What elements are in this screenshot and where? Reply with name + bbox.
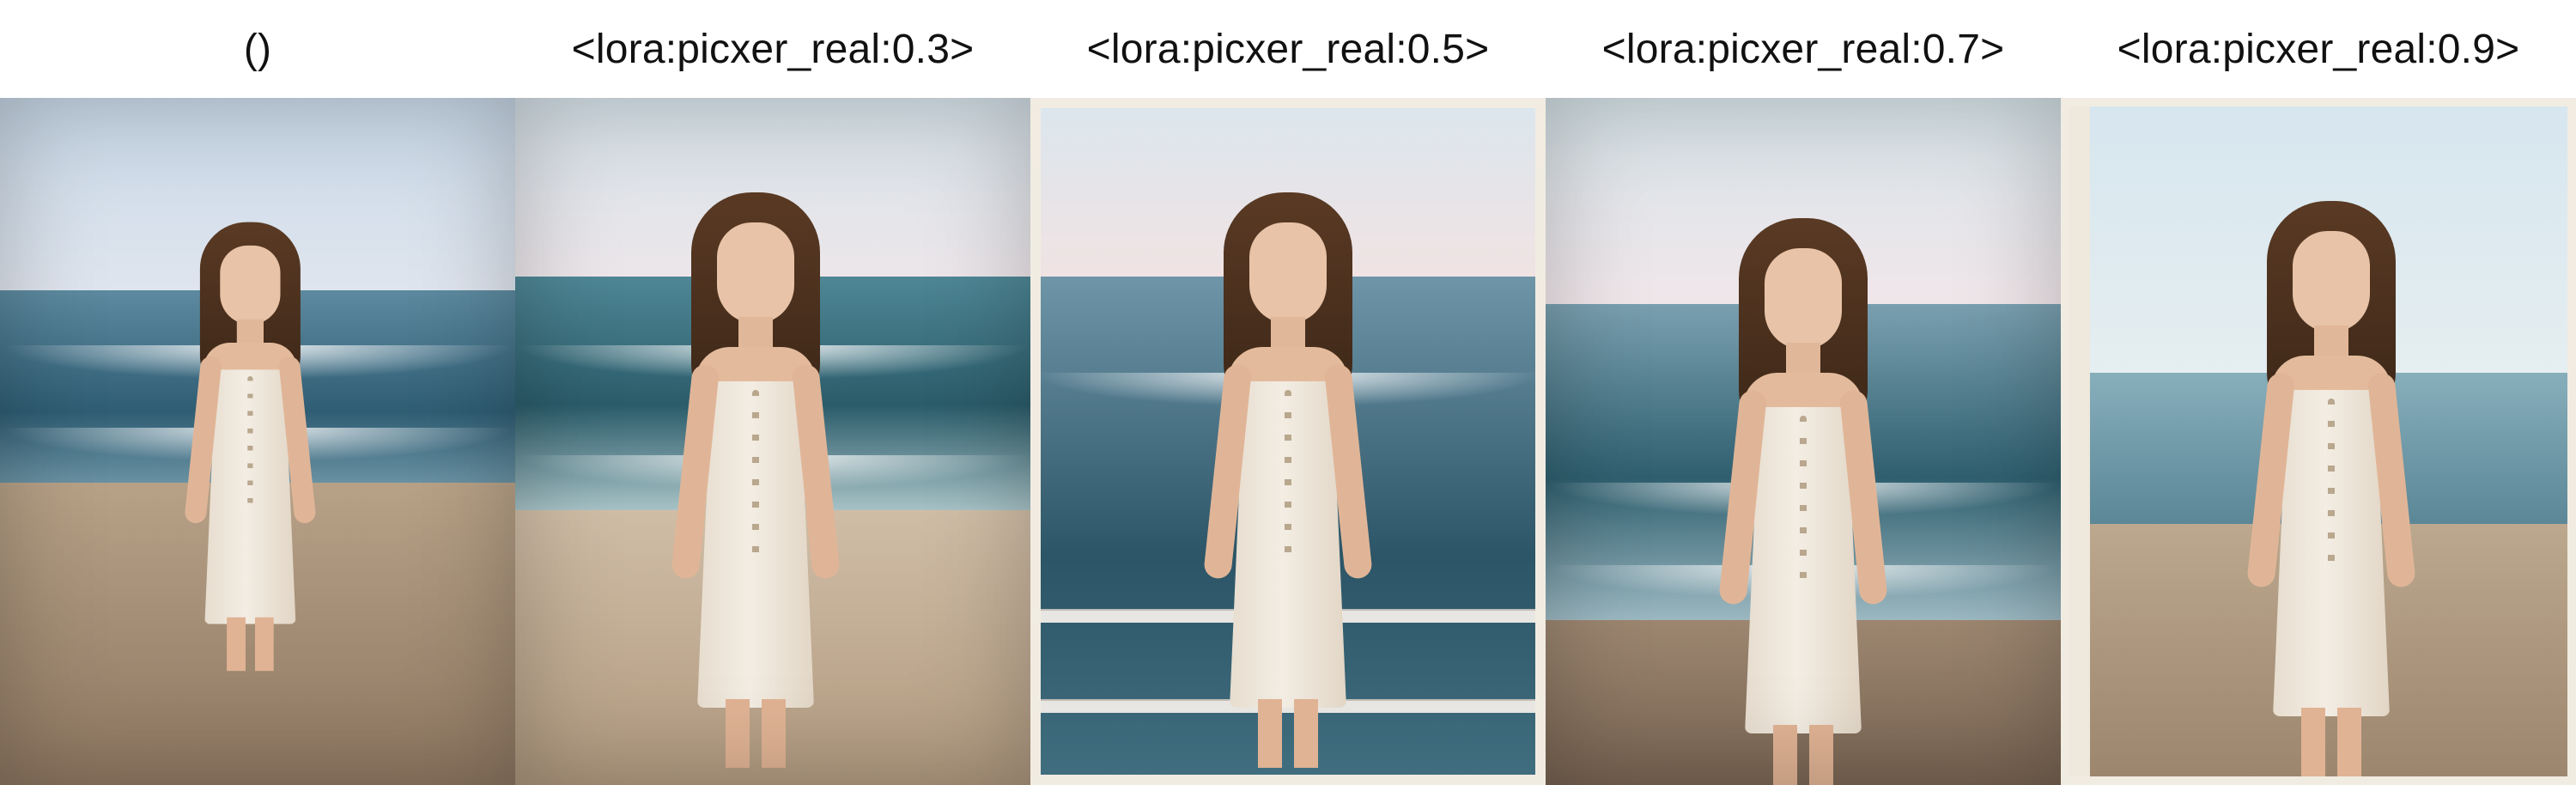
- column-label-1: (): [243, 26, 272, 72]
- photo-5: [2061, 98, 2576, 785]
- column-5: <lora:picxer_real:0.9>: [2061, 0, 2576, 785]
- column-4: <lora:picxer_real:0.7>: [1546, 0, 2061, 785]
- column-label-3: <lora:picxer_real:0.5>: [1086, 26, 1490, 72]
- column-3: <lora:picxer_real:0.5>: [1030, 0, 1546, 785]
- column-1: (): [0, 0, 515, 785]
- column-2: <lora:picxer_real:0.3>: [515, 0, 1030, 785]
- column-label-5: <lora:picxer_real:0.9>: [2117, 26, 2520, 72]
- photo-1: [0, 98, 515, 785]
- photo-4: [1546, 98, 2061, 785]
- column-label-2: <lora:picxer_real:0.3>: [571, 26, 975, 72]
- column-label-4: <lora:picxer_real:0.7>: [1601, 26, 2005, 72]
- photo-3: [1030, 98, 1546, 785]
- comparison-grid: () <lora:picxer_real:0.3> <lora:picxer_r…: [0, 0, 2576, 785]
- photo-2: [515, 98, 1030, 785]
